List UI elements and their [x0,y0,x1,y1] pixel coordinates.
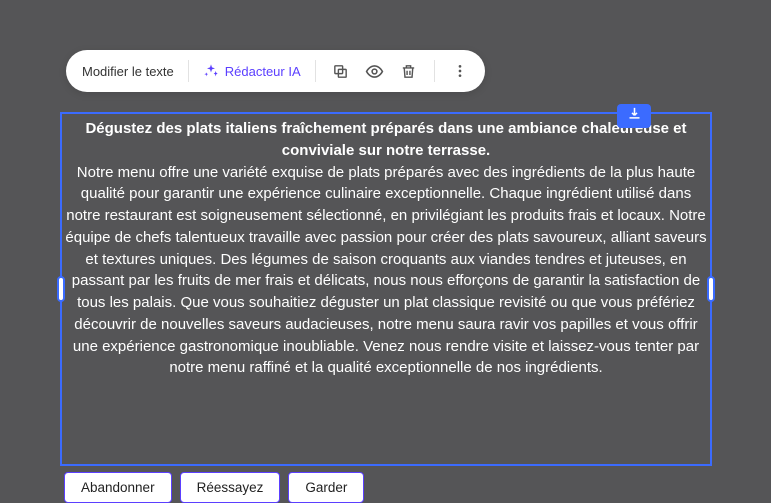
resize-handle-right[interactable] [707,276,715,302]
floating-toolbar: Modifier le texte Rédacteur IA [66,50,485,92]
download-icon [627,106,642,126]
editable-text-block[interactable]: Dégustez des plats italiens fraîchement … [64,118,708,379]
trash-icon [400,63,417,80]
sparkle-icon [203,63,219,79]
preview-button[interactable] [360,56,390,86]
more-menu-button[interactable] [445,56,475,86]
copy-icon [332,63,349,80]
abort-button[interactable]: Abandonner [64,472,172,503]
retry-button[interactable]: Réessayez [180,472,281,503]
body-paragraph: Notre menu offre une variété exquise de … [65,164,706,377]
lead-paragraph: Dégustez des plats italiens fraîchement … [85,120,686,159]
copy-button[interactable] [326,56,356,86]
ai-writer-button[interactable]: Rédacteur IA [199,63,305,79]
ai-action-row: Abandonner Réessayez Garder [64,472,364,503]
separator [188,60,189,82]
more-vertical-icon [452,63,468,79]
modify-text-button[interactable]: Modifier le texte [82,64,178,79]
separator [434,60,435,82]
eye-icon [365,62,384,81]
keep-button[interactable]: Garder [288,472,364,503]
separator [315,60,316,82]
ai-writer-label: Rédacteur IA [225,64,301,79]
delete-button[interactable] [394,56,424,86]
download-button[interactable] [617,104,651,128]
